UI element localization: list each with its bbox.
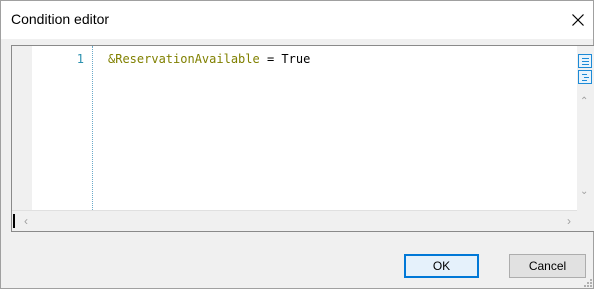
scroll-right-icon[interactable]: › [567, 214, 571, 228]
vertical-scrollbar[interactable]: ⌃ ⌄ [577, 46, 594, 210]
line-number: 1 [76, 52, 84, 66]
close-button[interactable] [563, 1, 593, 39]
outline-icon[interactable] [578, 54, 592, 68]
ok-button[interactable]: OK [404, 254, 479, 278]
horizontal-scrollbar[interactable]: ‹ › [12, 210, 579, 231]
editor-gutter [12, 46, 32, 210]
cancel-button[interactable]: Cancel [509, 254, 586, 278]
code-line[interactable]: &ReservationAvailable = True [108, 52, 310, 66]
code-value: True [281, 52, 311, 66]
scroll-down-icon[interactable]: ⌄ [580, 186, 588, 197]
resize-grip-icon[interactable] [584, 279, 592, 287]
title-bar: Condition editor [1, 1, 593, 39]
line-numbers-column: 1 [32, 46, 92, 210]
scroll-up-icon[interactable]: ⌃ [580, 96, 588, 107]
code-operator: = [259, 52, 282, 66]
code-editor[interactable]: 1 &ReservationAvailable = True ⌃ ⌄ ‹ › [11, 45, 594, 232]
scroll-left-icon[interactable]: ‹ [24, 214, 28, 228]
dialog-title: Condition editor [11, 11, 110, 27]
indent-icon[interactable] [578, 70, 592, 84]
code-variable: &ReservationAvailable [108, 52, 260, 66]
line-number-separator [92, 46, 93, 210]
close-icon [572, 14, 584, 26]
condition-editor-dialog: Condition editor 1 &ReservationAvailable… [0, 0, 594, 289]
scrollbar-corner [577, 210, 594, 231]
text-caret [13, 214, 15, 228]
